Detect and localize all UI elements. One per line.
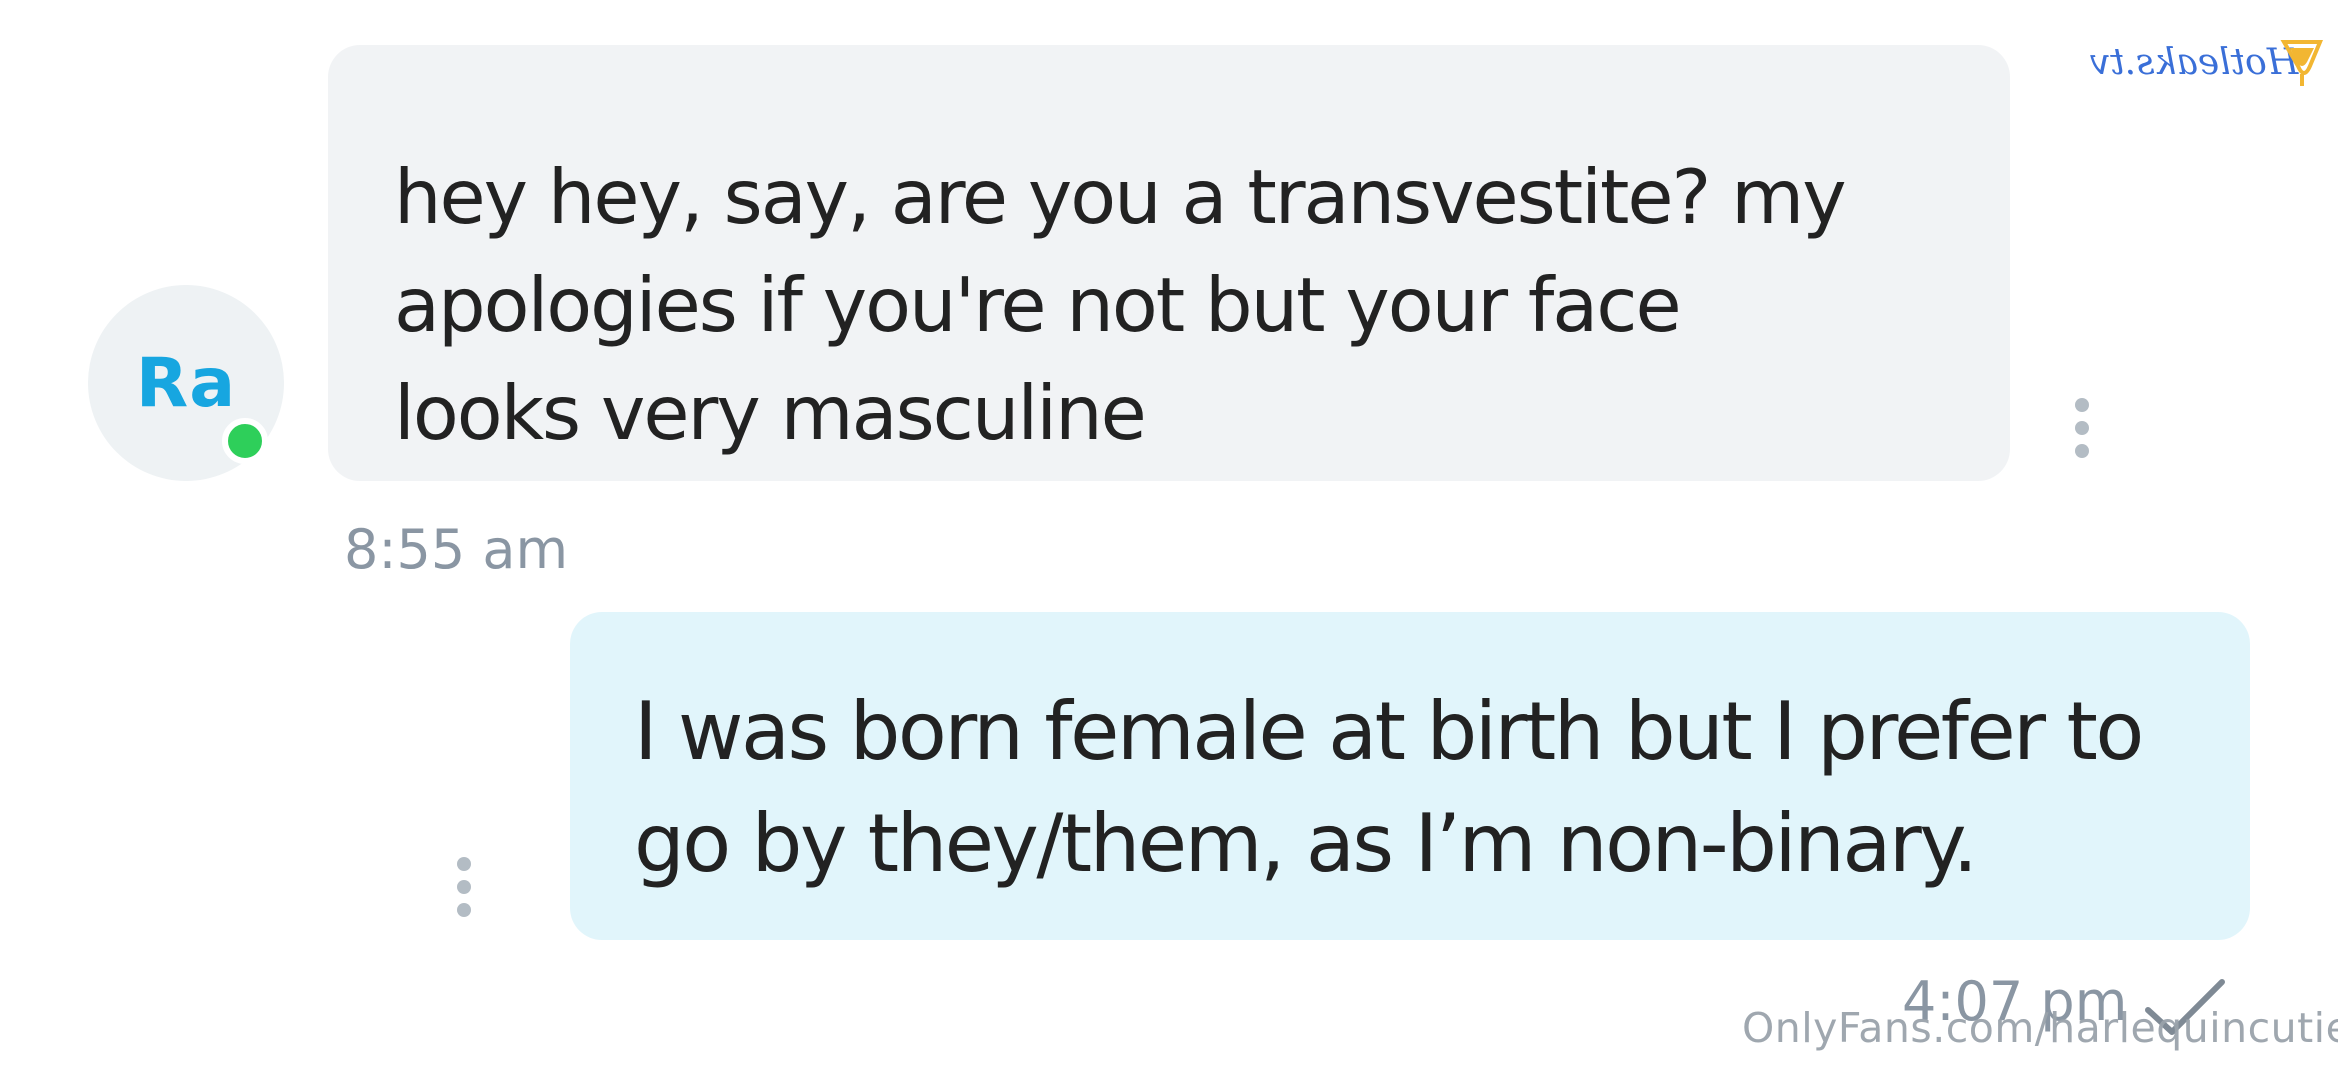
more-vertical-icon[interactable] bbox=[2072, 398, 2092, 458]
incoming-message-bubble[interactable]: hey hey, say, are you a transvestite? my… bbox=[328, 45, 2010, 481]
message-line: apologies if you're not but your face bbox=[394, 261, 1682, 349]
onlyfans-watermark: OnlyFans.com/harlequincutie bbox=[1742, 1004, 2338, 1052]
outgoing-message-bubble[interactable]: I was born female at birth but I prefer … bbox=[570, 612, 2250, 940]
incoming-message-time: 8:55 am bbox=[344, 518, 569, 581]
online-status-indicator bbox=[222, 418, 268, 464]
message-line: go by they/them, as I’m non-binary. bbox=[634, 797, 1978, 890]
hotleaks-watermark-logo: Hotleaks.tv bbox=[2084, 22, 2324, 98]
hotleaks-watermark-text: Hotleaks.tv bbox=[2090, 42, 2299, 83]
message-line: looks very masculine bbox=[394, 369, 1147, 457]
message-line: I was born female at birth but I prefer … bbox=[634, 685, 2144, 778]
avatar-initials: Ra bbox=[135, 343, 237, 423]
message-line: hey hey, say, are you a transvestite? my bbox=[394, 153, 1847, 241]
more-vertical-icon[interactable] bbox=[454, 857, 474, 917]
